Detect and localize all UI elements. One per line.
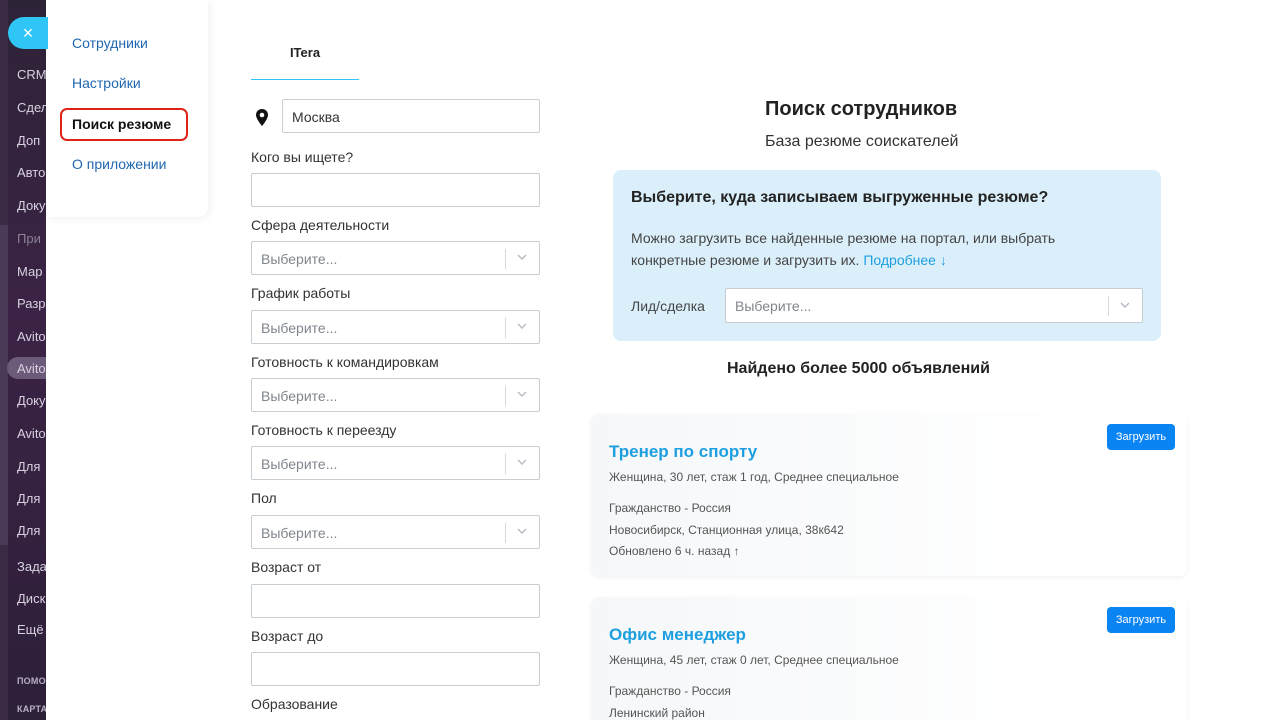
sidebar-item-for-1[interactable]: Для bbox=[17, 459, 40, 474]
chevron-down-icon bbox=[1120, 302, 1130, 308]
export-description: Можно загрузить все найденные резюме на … bbox=[631, 227, 1131, 271]
upload-button[interactable]: Загрузить bbox=[1107, 424, 1175, 450]
sidebar-item-tasks[interactable]: Зада bbox=[17, 559, 46, 574]
resume-card: Тренер по спорту Женщина, 30 лет, стаж 1… bbox=[591, 414, 1187, 576]
select-separator bbox=[505, 318, 506, 338]
resume-title[interactable]: Тренер по спорту bbox=[609, 442, 757, 462]
trips-placeholder: Выберите... bbox=[261, 388, 338, 404]
select-separator bbox=[505, 523, 506, 543]
resume-citizenship: Гражданство - Россия bbox=[609, 501, 731, 515]
select-separator bbox=[505, 454, 506, 474]
age-from-label: Возраст от bbox=[251, 559, 322, 575]
chevron-down-icon bbox=[517, 528, 527, 534]
trips-label: Готовность к командировкам bbox=[251, 354, 439, 370]
select-separator bbox=[505, 249, 506, 269]
schedule-label: График работы bbox=[251, 285, 351, 301]
resume-address: Новосибирск, Станционная улица, 38к642 bbox=[609, 523, 844, 537]
more-link[interactable]: Подробнее ↓ bbox=[863, 252, 947, 268]
sphere-label: Сфера деятельности bbox=[251, 217, 390, 233]
resume-title[interactable]: Офис менеджер bbox=[609, 625, 746, 645]
gender-label: Пол bbox=[251, 490, 277, 506]
sidebar-item-apps[interactable]: При bbox=[17, 231, 41, 246]
age-from-input[interactable] bbox=[251, 584, 540, 618]
sphere-select[interactable]: Выберите... bbox=[251, 241, 540, 275]
trips-select[interactable]: Выберите... bbox=[251, 378, 540, 412]
app-slider-panel: Сотрудники Настройки Поиск резюме О прил… bbox=[46, 0, 1280, 720]
sphere-placeholder: Выберите... bbox=[261, 251, 338, 267]
lead-deal-select[interactable]: Выберите... bbox=[725, 288, 1143, 323]
page-title: Поиск сотрудников bbox=[765, 98, 958, 120]
relocation-placeholder: Выберите... bbox=[261, 456, 338, 472]
sidebar-item-map[interactable]: КАРТА bbox=[17, 704, 46, 714]
chevron-down-icon bbox=[517, 391, 527, 397]
lead-deal-label: Лид/сделка bbox=[631, 298, 705, 314]
chevron-down-icon bbox=[517, 323, 527, 329]
sidebar-item-help[interactable]: ПОМО bbox=[17, 676, 46, 686]
resume-meta: Женщина, 45 лет, стаж 0 лет, Среднее спе… bbox=[609, 653, 899, 667]
tab-itera[interactable]: ITera bbox=[251, 36, 359, 80]
city-input[interactable]: Москва bbox=[282, 99, 540, 133]
resume-card: Офис менеджер Женщина, 45 лет, стаж 0 ле… bbox=[591, 597, 1187, 720]
gender-select[interactable]: Выберите... bbox=[251, 515, 540, 549]
sidebar-item-for-3[interactable]: Для bbox=[17, 523, 40, 538]
menu-item-settings[interactable]: Настройки bbox=[72, 75, 141, 91]
menu-item-about[interactable]: О приложении bbox=[72, 156, 166, 172]
menu-item-resume-search[interactable]: Поиск резюме bbox=[72, 116, 171, 132]
app-menu: Сотрудники Настройки Поиск резюме О прил… bbox=[46, 0, 208, 217]
results-count: Найдено более 5000 объявлений bbox=[727, 360, 990, 377]
export-target-box: Выберите, куда записываем выгруженные ре… bbox=[613, 170, 1161, 341]
who-label: Кого вы ищете? bbox=[251, 149, 354, 165]
sidebar-item-avito-2[interactable]: Avito bbox=[17, 361, 46, 376]
relocation-label: Готовность к переезду bbox=[251, 422, 397, 438]
sidebar-item-avito-3[interactable]: Avito bbox=[17, 426, 46, 441]
sidebar-item-extra[interactable]: Доп bbox=[17, 133, 40, 148]
portal-sidebar: CRM Сдел Доп Авто Доку При Мар Разр Avit… bbox=[0, 0, 46, 720]
sidebar-item-avito-1[interactable]: Avito bbox=[17, 329, 46, 344]
chevron-down-icon bbox=[517, 459, 527, 465]
lead-deal-placeholder: Выберите... bbox=[735, 298, 812, 314]
export-question: Выберите, куда записываем выгруженные ре… bbox=[631, 189, 1049, 206]
sidebar-item-crm[interactable]: CRM bbox=[17, 67, 46, 82]
gender-placeholder: Выберите... bbox=[261, 525, 338, 541]
export-description-text: Можно загрузить все найденные резюме на … bbox=[631, 230, 1056, 268]
sidebar-item-disk[interactable]: Диск bbox=[17, 591, 45, 606]
age-to-input[interactable] bbox=[251, 652, 540, 686]
who-input[interactable] bbox=[251, 173, 540, 207]
education-label: Образование bbox=[251, 696, 338, 712]
sidebar-item-market[interactable]: Мар bbox=[17, 264, 42, 279]
page-subtitle: База резюме соискателей bbox=[765, 133, 959, 150]
sidebar-item-auto[interactable]: Авто bbox=[17, 165, 45, 180]
sidebar-item-dev[interactable]: Разр bbox=[17, 296, 46, 311]
city-value: Москва bbox=[292, 109, 340, 125]
sidebar-item-for-2[interactable]: Для bbox=[17, 491, 40, 506]
schedule-select[interactable]: Выберите... bbox=[251, 310, 540, 344]
close-icon[interactable]: × bbox=[8, 17, 48, 49]
resume-address: Ленинский район bbox=[609, 706, 705, 720]
resume-citizenship: Гражданство - Россия bbox=[609, 684, 731, 698]
sidebar-item-docs[interactable]: Доку bbox=[17, 198, 46, 213]
upload-button[interactable]: Загрузить bbox=[1107, 607, 1175, 633]
sidebar-item-more[interactable]: Ещё bbox=[17, 622, 44, 637]
chevron-down-icon bbox=[517, 254, 527, 260]
age-to-label: Возраст до bbox=[251, 628, 324, 644]
relocation-select[interactable]: Выберите... bbox=[251, 446, 540, 480]
schedule-placeholder: Выберите... bbox=[261, 320, 338, 336]
sidebar-item-deals[interactable]: Сдел bbox=[17, 100, 46, 115]
sidebar-item-docs-2[interactable]: Доку bbox=[17, 393, 46, 408]
sidebar-group-bracket bbox=[0, 225, 8, 545]
location-pin-icon bbox=[256, 109, 268, 126]
resume-meta: Женщина, 30 лет, стаж 1 год, Среднее спе… bbox=[609, 470, 899, 484]
resume-updated: Обновлено 6 ч. назад ↑ bbox=[609, 544, 740, 558]
select-separator bbox=[1108, 296, 1109, 316]
select-separator bbox=[505, 386, 506, 406]
menu-item-employees[interactable]: Сотрудники bbox=[72, 35, 148, 51]
